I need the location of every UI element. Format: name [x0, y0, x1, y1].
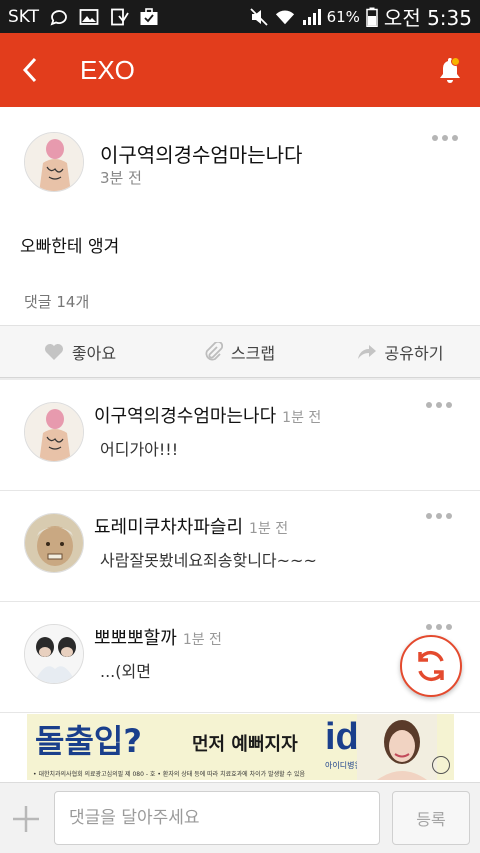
avatar-image: [25, 403, 83, 461]
chat-bubble-icon: [50, 9, 67, 26]
ad-logo: id: [325, 716, 359, 758]
dot-icon: [452, 135, 458, 141]
comment-time: 1분 전: [282, 410, 322, 426]
comment-count[interactable]: 댓글 14개: [24, 291, 89, 312]
avatar-image: [25, 133, 83, 191]
avatar-image: [25, 625, 83, 683]
comment-time: 1분 전: [182, 632, 222, 648]
status-bar: SKT 61% 오전 5:35: [0, 0, 480, 33]
battery-icon: [366, 7, 378, 27]
dot-icon: [426, 624, 432, 630]
comment-time: 1분 전: [249, 521, 289, 537]
avatar[interactable]: [24, 624, 84, 684]
wifi-icon: [275, 9, 294, 24]
ad-stamp-icon: [432, 756, 450, 774]
dot-icon: [426, 513, 432, 519]
submit-button[interactable]: 등록: [392, 791, 470, 845]
notification-badge: [451, 57, 460, 66]
carrier-label: SKT: [8, 6, 40, 27]
ad-model-image: [357, 714, 437, 780]
plus-icon[interactable]: [10, 803, 42, 835]
share-label: 공유하기: [384, 343, 444, 363]
ad-fine-print: • 대한치과의사협회 의료광고심의필 제 080 - 호 • 환자의 상태 등에…: [33, 771, 306, 778]
mute-icon: [249, 7, 268, 26]
comment-text: 어디가아!!!: [100, 440, 179, 459]
scrap-label: 스크랩: [230, 343, 276, 363]
ad-banner[interactable]: 돌출입? 먼저 예뻐지자 id 아이디병원 치과 • 대한치과의사협회 의료광고…: [27, 714, 454, 780]
dot-icon: [426, 402, 432, 408]
dot-icon: [436, 624, 442, 630]
avatar[interactable]: [24, 513, 84, 573]
download-icon: [111, 8, 129, 25]
comment-author: 이구역의경수엄마는나다 1분 전: [94, 402, 321, 428]
clock: 오전 5:35: [383, 6, 472, 30]
dot-icon: [436, 402, 442, 408]
ad-headline: 돌출입?: [35, 722, 142, 760]
ad-subheadline: 먼저 예뻐지자: [192, 734, 298, 755]
dot-icon: [446, 513, 452, 519]
comment-author: 됴레미쿠차차파슬리 1분 전: [94, 513, 288, 539]
signal-icon: [302, 8, 321, 25]
dot-icon: [436, 513, 442, 519]
comment-text: 사람잘못봤네요죄송핮니다~~~: [100, 551, 317, 570]
comment-more-button[interactable]: [426, 624, 452, 630]
image-icon: [79, 8, 99, 25]
battery-percent: 61%: [326, 7, 360, 26]
comment-text: ...(외면: [100, 662, 151, 681]
like-button[interactable]: 좋아요: [0, 326, 160, 377]
like-label: 좋아요: [71, 343, 117, 363]
post-body: 오빠한테 앵겨: [20, 237, 120, 257]
notifications-button[interactable]: [420, 33, 480, 107]
heart-icon: [44, 343, 63, 360]
dot-icon: [442, 135, 448, 141]
back-button[interactable]: [0, 33, 60, 107]
dot-icon: [446, 402, 452, 408]
share-button[interactable]: 공유하기: [320, 326, 480, 377]
comment-item: 이구역의경수엄마는나다 1분 전 어디가아!!!: [0, 380, 480, 491]
dot-icon: [432, 135, 438, 141]
comment-author-name[interactable]: 됴레미쿠차차파슬리: [94, 517, 243, 538]
avatar-image: [25, 514, 83, 572]
comment-more-button[interactable]: [426, 402, 452, 408]
avatar[interactable]: [24, 402, 84, 462]
comment-input[interactable]: [54, 791, 380, 845]
page-title: EXO: [80, 54, 135, 85]
refresh-button[interactable]: [400, 635, 462, 697]
scrap-button[interactable]: 스크랩: [160, 326, 320, 377]
dot-icon: [446, 624, 452, 630]
comment-more-button[interactable]: [426, 513, 452, 519]
comment-author: 뽀뽀뽀할까 1분 전: [94, 624, 222, 650]
comment-author-name[interactable]: 뽀뽀뽀할까: [94, 628, 177, 649]
post-more-button[interactable]: [432, 135, 458, 141]
briefcase-icon: [140, 7, 158, 25]
post-author[interactable]: 이구역의경수엄마는나다: [100, 139, 302, 168]
post-card: 이구역의경수엄마는나다 3분 전 오빠한테 앵겨 댓글 14개: [0, 107, 480, 325]
app-bar: EXO: [0, 33, 480, 107]
comment-input-bar: 등록: [0, 782, 480, 853]
share-arrow-icon: [357, 344, 376, 359]
comment-author-name[interactable]: 이구역의경수엄마는나다: [94, 406, 276, 427]
avatar[interactable]: [24, 132, 84, 192]
post-actions: 좋아요 스크랩 공유하기: [0, 325, 480, 378]
refresh-icon: [418, 650, 444, 682]
post-time: 3분 전: [100, 169, 142, 187]
paperclip-icon: [205, 341, 223, 360]
chevron-left-icon: [22, 57, 37, 83]
comment-item: 됴레미쿠차차파슬리 1분 전 사람잘못봤네요죄송핮니다~~~: [0, 491, 480, 602]
